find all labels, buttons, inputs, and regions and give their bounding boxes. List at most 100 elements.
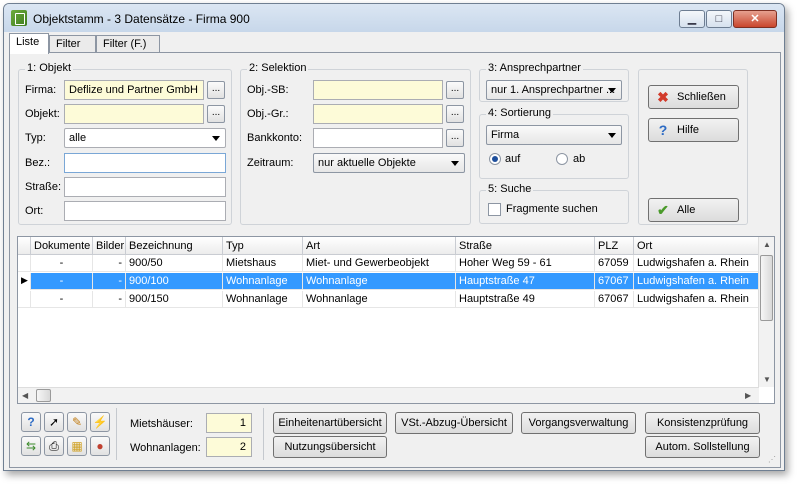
selektion-group: 2: Selektion Obj.-SB: ... Obj.-Gr.: ... … <box>240 62 471 225</box>
mietshaeuser-count: 1 <box>206 413 252 433</box>
app-icon <box>11 10 27 26</box>
cell-typ: Wohnanlage <box>223 273 303 290</box>
fragmente-checkbox[interactable] <box>488 203 501 216</box>
col-plz[interactable]: PLZ <box>595 237 634 255</box>
resize-grip-icon[interactable]: ⋰ <box>768 455 778 465</box>
konsistenzpruefung-button[interactable]: Konsistenzprüfung <box>645 412 760 434</box>
window-title: Objektstamm - 3 Datensätze - Firma 900 <box>33 12 250 26</box>
einheitenart-button[interactable]: Einheitenartübersicht <box>273 412 387 434</box>
objekt-browse-button[interactable]: ... <box>207 105 225 123</box>
cell-strasse: Hauptstraße 47 <box>456 273 595 290</box>
scroll-down-arrow-icon[interactable]: ▼ <box>763 375 771 384</box>
objsb-browse-button[interactable]: ... <box>446 81 464 99</box>
vertical-scrollbar[interactable]: ▲ ▼ <box>758 237 774 387</box>
ansprechpartner-value: nur 1. Ansprechpartner ... <box>491 84 616 96</box>
zeitraum-value: nur aktuelle Objekte <box>318 157 416 169</box>
chevron-down-icon <box>451 161 459 166</box>
edit-pencil-icon[interactable]: ✎ <box>67 412 87 432</box>
print-icon[interactable]: ⎙ <box>44 436 64 456</box>
objgr-label: Obj.-Gr.: <box>247 108 289 120</box>
col-bezeichnung[interactable]: Bezeichnung <box>126 237 223 255</box>
vertical-scroll-thumb[interactable] <box>760 255 773 321</box>
wohnanlagen-count: 2 <box>206 437 252 457</box>
vorgangsverwaltung-button[interactable]: Vorgangsverwaltung <box>521 412 636 434</box>
scroll-right-arrow-icon[interactable]: ▶ <box>745 391 751 400</box>
vst-abzug-button[interactable]: VSt.-Abzug-Übersicht <box>395 412 513 434</box>
typ-value: alle <box>69 132 87 144</box>
zeitraum-label: Zeitraum: <box>247 157 294 169</box>
cell-bilder: - <box>93 291 126 308</box>
refresh-icon[interactable]: ⇆ <box>21 436 41 456</box>
table-row-selected[interactable]: ▶ - - 900/100 Wohnanlage Wohnanlage Haup… <box>18 273 759 290</box>
cell-bilder: - <box>93 255 126 272</box>
check-all-icon: ✔ <box>657 202 669 218</box>
col-typ[interactable]: Typ <box>223 237 303 255</box>
cell-bilder: - <box>93 273 126 290</box>
ansprechpartner-group-title: 3: Ansprechpartner <box>486 62 583 74</box>
objgr-field[interactable] <box>313 104 443 124</box>
maximize-button[interactable]: □ <box>706 10 732 28</box>
objekt-field[interactable] <box>64 104 204 124</box>
scroll-up-arrow-icon[interactable]: ▲ <box>763 240 771 249</box>
strasse-field[interactable] <box>64 177 226 197</box>
firma-browse-button[interactable]: ... <box>207 81 225 99</box>
ort-field[interactable] <box>64 201 226 221</box>
scroll-left-arrow-icon[interactable]: ◀ <box>22 391 28 400</box>
sort-asc-label: auf <box>505 153 521 165</box>
bez-field[interactable] <box>64 153 226 173</box>
objgr-browse-button[interactable]: ... <box>446 105 464 123</box>
users-icon[interactable]: ● <box>90 436 110 456</box>
cell-bezeichnung: 900/150 <box>126 291 223 308</box>
tab-liste[interactable]: Liste <box>9 33 49 54</box>
sort-asc-radio[interactable] <box>489 153 501 165</box>
col-dokumente[interactable]: Dokumente <box>31 237 93 255</box>
schliessen-button[interactable]: ✖ Schließen <box>648 85 739 109</box>
chevron-down-icon <box>608 133 616 138</box>
col-bilder[interactable]: Bilder <box>93 237 126 255</box>
cursor-icon[interactable]: ➚ <box>44 412 64 432</box>
cell-plz: 67067 <box>595 291 634 308</box>
typ-label: Typ: <box>25 132 46 144</box>
nutzungsuebersicht-button[interactable]: Nutzungsübersicht <box>273 436 387 458</box>
objsb-field[interactable] <box>313 80 443 100</box>
sortierung-dropdown[interactable]: Firma <box>486 125 622 145</box>
firma-label: Firma: <box>25 84 57 96</box>
ort-label: Ort: <box>25 205 44 217</box>
suche-group: 5: Suche Fragmente suchen <box>479 183 629 224</box>
table-row[interactable]: - - 900/50 Mietshaus Miet- und Gewerbeob… <box>18 255 759 272</box>
lightning-icon[interactable]: ⚡ <box>90 412 110 432</box>
objects-table: Dokumente Bilder Bezeichnung Typ Art Str… <box>17 236 775 404</box>
col-strasse[interactable]: Straße <box>456 237 595 255</box>
sort-desc-radio[interactable] <box>556 153 568 165</box>
bankkonto-field[interactable] <box>313 128 443 148</box>
firma-field[interactable]: Deflize und Partner GmbH <box>64 80 204 100</box>
cell-dokumente: - <box>31 255 93 272</box>
horizontal-scroll-thumb[interactable] <box>36 389 51 402</box>
cell-plz: 67059 <box>595 255 634 272</box>
row-marker: ▶ <box>18 273 31 290</box>
alle-label: Alle <box>677 204 696 216</box>
table-row[interactable]: - - 900/150 Wohnanlage Wohnanlage Haupts… <box>18 291 759 308</box>
sort-desc-label: ab <box>573 153 586 165</box>
row-marker-header <box>18 237 31 255</box>
wohnanlagen-label: Wohnanlagen: <box>130 442 201 454</box>
ansprechpartner-dropdown[interactable]: nur 1. Ansprechpartner ... <box>486 80 622 100</box>
col-ort[interactable]: Ort <box>634 237 759 255</box>
tab-filter-f[interactable]: Filter (F.) <box>96 35 160 53</box>
export-icon[interactable]: ▦ <box>67 436 87 456</box>
chevron-down-icon <box>212 136 220 141</box>
col-art[interactable]: Art <box>303 237 456 255</box>
horizontal-scrollbar[interactable]: ◀ ▶ <box>18 387 759 403</box>
zeitraum-dropdown[interactable]: nur aktuelle Objekte <box>313 153 465 173</box>
alle-button[interactable]: ✔ Alle <box>648 198 739 222</box>
sortierung-group: 4: Sortierung Firma auf ab <box>479 107 629 179</box>
cell-strasse: Hauptstraße 49 <box>456 291 595 308</box>
autom-sollstellung-button[interactable]: Autom. Sollstellung <box>645 436 760 458</box>
close-window-button[interactable]: ✕ <box>733 10 777 28</box>
help-icon[interactable]: ? <box>21 412 41 432</box>
bankkonto-browse-button[interactable]: ... <box>446 129 464 147</box>
hilfe-button[interactable]: ? Hilfe <box>648 118 739 142</box>
typ-dropdown[interactable]: alle <box>64 128 226 148</box>
minimize-button[interactable]: ▁ <box>679 10 705 28</box>
tab-filter[interactable]: Filter <box>49 35 96 53</box>
